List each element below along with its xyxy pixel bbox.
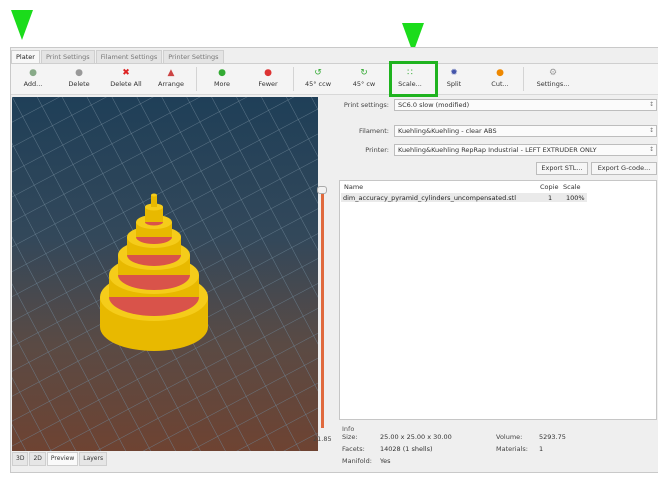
- object-copies-cell: 1: [548, 194, 553, 202]
- add-icon: ●: [29, 68, 37, 78]
- settings-icon: ⚙: [548, 68, 558, 78]
- filament-select[interactable]: Kuehling&Kuehling - clear ABS ↕: [394, 125, 657, 137]
- info-section-title: Info: [342, 425, 355, 433]
- print-settings-label: Print settings:: [343, 101, 389, 109]
- chevron-updown-icon: ↕: [648, 146, 654, 153]
- layer-slider-track[interactable]: [321, 190, 324, 428]
- tab-filament-settings[interactable]: Filament Settings: [95, 50, 163, 63]
- plus-icon: ●: [218, 68, 226, 78]
- object-name-cell: dim_accuracy_pyramid_cylinders_uncompens…: [343, 194, 517, 202]
- cut-button[interactable]: ● Cut...: [485, 64, 515, 94]
- delete-all-icon: ✖: [122, 68, 130, 78]
- tab-preview[interactable]: Preview: [46, 452, 79, 466]
- layer-height-value: 21.85: [313, 435, 332, 443]
- manifold-label: Manifold:: [342, 457, 372, 465]
- layer-slider-handle[interactable]: [317, 186, 327, 194]
- tab-bar: Plater Print Settings Filament Settings …: [11, 50, 225, 64]
- printer-select[interactable]: Kuehling&Kuehling RepRap Industrial - LE…: [394, 144, 657, 156]
- arrange-button[interactable]: ▲ Arrange: [151, 64, 191, 94]
- materials-label: Materials:: [496, 445, 528, 453]
- printer-value: Kuehling&Kuehling RepRap Industrial - LE…: [398, 146, 597, 154]
- settings-button[interactable]: ⚙ Settings...: [531, 64, 575, 94]
- more-button[interactable]: ● More: [205, 64, 239, 94]
- materials-value: 1: [539, 445, 544, 453]
- rotate-cw-button[interactable]: ↻ 45° cw: [347, 64, 381, 94]
- tab-plater[interactable]: Plater: [11, 50, 40, 64]
- view-tab-bar: 3D 2D Preview Layers: [12, 452, 108, 466]
- print-settings-value: SC6.0 slow (modified): [398, 101, 470, 109]
- rotate-ccw-icon: ↺: [314, 68, 322, 78]
- object-scale-cell: 100%: [566, 194, 585, 202]
- facets-label: Facets:: [342, 445, 365, 453]
- scale-highlight-box: [389, 61, 438, 97]
- facets-value: 14028 (1 shells): [380, 445, 433, 453]
- tab-printer-settings[interactable]: Printer Settings: [163, 50, 224, 63]
- tab-3d[interactable]: 3D: [12, 452, 29, 466]
- column-header-copies: Copie: [540, 183, 559, 191]
- rotate-ccw-button[interactable]: ↺ 45° ccw: [301, 64, 335, 94]
- toolbar-separator: [523, 67, 524, 91]
- split-button[interactable]: ✹ Split: [439, 64, 469, 94]
- column-header-name: Name: [344, 183, 364, 191]
- add-button[interactable]: ● Add...: [15, 64, 51, 94]
- annotation-arrow-marker: [11, 10, 33, 40]
- volume-value: 5293.75: [539, 433, 566, 441]
- tab-layers[interactable]: Layers: [79, 452, 108, 466]
- object-list: Name Copie Scale dim_accuracy_pyramid_cy…: [339, 180, 657, 420]
- arrange-icon: ▲: [167, 68, 175, 78]
- rotate-cw-icon: ↻: [360, 68, 368, 78]
- print-settings-select[interactable]: SC6.0 slow (modified) ↕: [394, 99, 657, 111]
- filament-value: Kuehling&Kuehling - clear ABS: [398, 127, 497, 135]
- printer-label: Printer:: [365, 146, 389, 154]
- filament-label: Filament:: [358, 127, 389, 135]
- chevron-updown-icon: ↕: [648, 101, 654, 108]
- tab-2d[interactable]: 2D: [29, 452, 46, 466]
- size-label: Size:: [342, 433, 358, 441]
- export-stl-button[interactable]: Export STL...: [536, 162, 588, 175]
- toolbar-separator: [293, 67, 294, 91]
- volume-label: Volume:: [496, 433, 523, 441]
- chevron-updown-icon: ↕: [648, 127, 654, 134]
- fewer-button[interactable]: ● Fewer: [251, 64, 285, 94]
- 3d-viewport[interactable]: [12, 97, 318, 451]
- split-icon: ✹: [450, 68, 458, 78]
- tab-print-settings[interactable]: Print Settings: [40, 50, 95, 63]
- delete-button[interactable]: ● Delete: [61, 64, 97, 94]
- delete-all-button[interactable]: ✖ Delete All: [103, 64, 149, 94]
- toolbar-separator: [196, 67, 197, 91]
- manifold-value: Yes: [380, 457, 391, 465]
- delete-icon: ●: [75, 68, 83, 78]
- cut-icon: ●: [496, 68, 504, 78]
- minus-icon: ●: [264, 68, 272, 78]
- toolbar: ● Add... ● Delete ✖ Delete All ▲ Arrange…: [11, 63, 658, 95]
- column-header-scale: Scale: [563, 183, 581, 191]
- size-value: 25.00 x 25.00 x 30.00: [380, 433, 452, 441]
- export-gcode-button[interactable]: Export G-code...: [591, 162, 657, 175]
- viewport-canvas: [12, 97, 318, 451]
